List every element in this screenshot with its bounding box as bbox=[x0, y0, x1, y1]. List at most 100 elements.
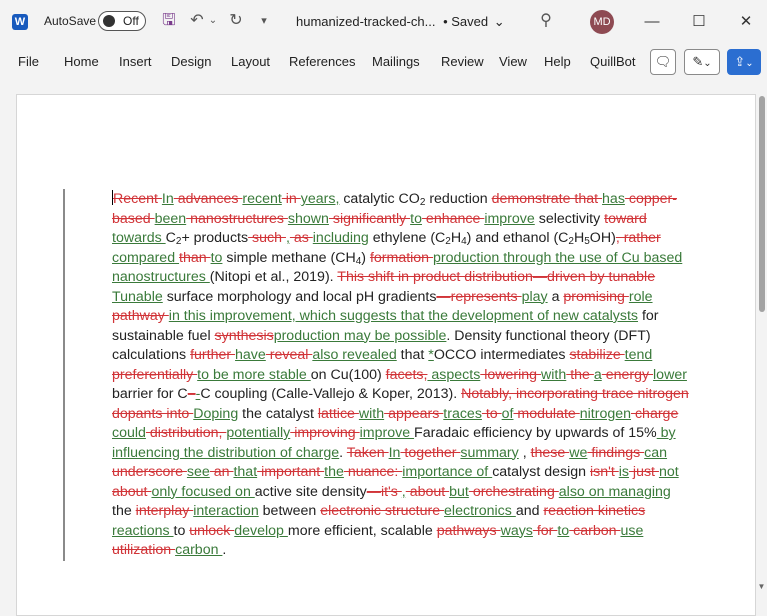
document-line[interactable]: utilization carbon . bbox=[112, 541, 722, 561]
scroll-thumb[interactable] bbox=[759, 96, 765, 312]
inserted-text: we bbox=[569, 444, 588, 461]
inserted-text: In bbox=[161, 191, 174, 207]
deleted-text: Taken bbox=[346, 444, 389, 461]
deleted-text: just bbox=[628, 464, 659, 480]
document-line[interactable]: nanostructures (Nitopi et al., 2019). Th… bbox=[112, 268, 722, 288]
tab-file[interactable]: File bbox=[18, 54, 39, 69]
tab-layout[interactable]: Layout bbox=[231, 54, 270, 69]
inserted-text: including bbox=[312, 230, 369, 246]
pencil-icon: ✎ bbox=[692, 54, 704, 69]
inserted-text: play bbox=[521, 288, 548, 305]
deleted-text: about bbox=[405, 483, 450, 500]
tab-references[interactable]: References bbox=[289, 54, 355, 69]
document-line[interactable]: influencing the distribution of charge. … bbox=[112, 444, 722, 464]
deleted-text: orchestrating bbox=[468, 483, 559, 500]
inserted-text: the bbox=[324, 464, 344, 480]
minimize-icon[interactable]: — bbox=[640, 10, 664, 34]
document-line[interactable]: compared than to simple methane (CH4) fo… bbox=[112, 249, 722, 269]
body-text: ) bbox=[361, 249, 370, 266]
inserted-text: towards bbox=[112, 230, 166, 246]
inserted-text: could bbox=[112, 425, 146, 441]
deleted-text: unlock bbox=[189, 522, 235, 539]
deleted-text: nanostructures bbox=[186, 210, 288, 227]
deleted-text: demonstrate that bbox=[491, 191, 603, 207]
undo-icon[interactable]: ↶ bbox=[187, 10, 207, 32]
scroll-down-icon[interactable]: ▼ bbox=[757, 583, 766, 591]
document-line[interactable]: based been nanostructures shown signific… bbox=[112, 210, 722, 230]
inserted-text: develop bbox=[234, 522, 288, 539]
body-text: (Nitopi et al., 2019). bbox=[209, 269, 338, 285]
inserted-text: in this improvement, which suggests that… bbox=[168, 308, 639, 324]
inserted-text: nitrogen bbox=[579, 405, 632, 422]
inserted-text: is bbox=[618, 464, 629, 480]
document-line[interactable]: preferentially to be more stable on Cu(1… bbox=[112, 366, 722, 386]
deleted-text: carbon bbox=[569, 522, 621, 539]
body-text: between bbox=[258, 503, 321, 519]
body-text: , bbox=[518, 444, 531, 461]
body-text: for bbox=[638, 308, 659, 324]
autosave-toggle[interactable]: Off bbox=[98, 11, 146, 31]
document-line[interactable]: barrier for C–-C coupling (Calle-Vallejo… bbox=[112, 385, 722, 405]
deleted-text: than bbox=[179, 249, 211, 266]
document-line[interactable]: calculations further have reveal also re… bbox=[112, 346, 722, 366]
body-text: the catalyst bbox=[238, 405, 318, 422]
ribbon-tabs: File Home Insert Design Layout Reference… bbox=[0, 44, 767, 82]
body-text: selectivity bbox=[534, 210, 605, 227]
body-text: a bbox=[547, 288, 564, 305]
tab-quillbot[interactable]: QuillBot bbox=[590, 54, 636, 69]
inserted-text: have bbox=[235, 347, 266, 363]
deleted-text: formation bbox=[369, 249, 434, 266]
deleted-text: pathways bbox=[436, 522, 501, 539]
tab-view[interactable]: View bbox=[499, 54, 527, 69]
vertical-scrollbar[interactable]: ▼ bbox=[756, 94, 767, 593]
document-line[interactable]: dopants into Doping the catalyst lattice… bbox=[112, 405, 722, 425]
undo-dropdown-icon[interactable]: ⌄ bbox=[208, 10, 218, 32]
document-line[interactable]: reactions to unlock develop more efficie… bbox=[112, 522, 722, 542]
search-icon[interactable]: ⚲ bbox=[536, 10, 556, 32]
editing-mode-button[interactable]: ✎⌄ bbox=[684, 49, 720, 75]
tab-help[interactable]: Help bbox=[544, 54, 571, 69]
maximize-icon[interactable]: ☐ bbox=[687, 10, 711, 34]
document-line[interactable]: pathway in this improvement, which sugge… bbox=[112, 307, 722, 327]
customize-toolbar-icon[interactable]: ▾ bbox=[256, 10, 272, 32]
body-text: H bbox=[450, 230, 462, 246]
deleted-text: distribution, bbox=[145, 425, 227, 441]
deleted-text: underscore bbox=[112, 464, 187, 480]
save-icon[interactable]: 🖫 bbox=[159, 10, 179, 32]
deleted-text: toward bbox=[604, 210, 647, 227]
tab-review[interactable]: Review bbox=[441, 54, 484, 69]
document-line[interactable]: underscore see an that important the nua… bbox=[112, 463, 722, 483]
close-icon[interactable]: ✕ bbox=[734, 10, 758, 34]
comments-button[interactable]: 🗨 bbox=[650, 49, 676, 75]
deleted-text: improving bbox=[290, 425, 360, 441]
deleted-text: findings bbox=[587, 444, 645, 461]
tab-insert[interactable]: Insert bbox=[119, 54, 152, 69]
tab-design[interactable]: Design bbox=[171, 54, 211, 69]
tab-home[interactable]: Home bbox=[64, 54, 99, 69]
deleted-text: facets, bbox=[385, 366, 428, 383]
document-line[interactable]: could distribution, potentially improvin… bbox=[112, 424, 722, 444]
share-button[interactable]: ⇪⌄ bbox=[727, 49, 761, 75]
document-title[interactable]: humanized-tracked-ch... • Saved ⌄ bbox=[296, 14, 505, 30]
deleted-text: lowering bbox=[480, 366, 542, 383]
inserted-text: production may be possible bbox=[273, 327, 447, 344]
document-line[interactable]: towards C2+ products such , as including… bbox=[112, 229, 722, 249]
document-line[interactable]: sustainable fuel synthesisproduction may… bbox=[112, 327, 722, 347]
avatar[interactable]: MD bbox=[590, 10, 614, 34]
deleted-text: for bbox=[532, 522, 558, 539]
body-text: . Density functional theory (DFT) bbox=[446, 327, 651, 344]
redo-icon[interactable]: ↻ bbox=[226, 10, 246, 32]
inserted-text: with bbox=[358, 405, 385, 422]
inserted-text: summary bbox=[460, 444, 519, 461]
body-text: more efficient, scalable bbox=[287, 522, 437, 539]
tab-mailings[interactable]: Mailings bbox=[372, 54, 420, 69]
save-status: • Saved bbox=[443, 14, 489, 29]
document-body[interactable]: Recent In advances recent in years, cata… bbox=[112, 190, 722, 561]
document-line[interactable]: the interplay interaction between electr… bbox=[112, 502, 722, 522]
document-line[interactable]: about only focused on active site densit… bbox=[112, 483, 722, 503]
deleted-text: in bbox=[281, 191, 301, 207]
document-line[interactable]: Tunable surface morphology and local pH … bbox=[112, 288, 722, 308]
deleted-text: modulate bbox=[513, 405, 580, 422]
inserted-text: Doping bbox=[193, 405, 239, 422]
document-line[interactable]: Recent In advances recent in years, cata… bbox=[112, 190, 722, 210]
